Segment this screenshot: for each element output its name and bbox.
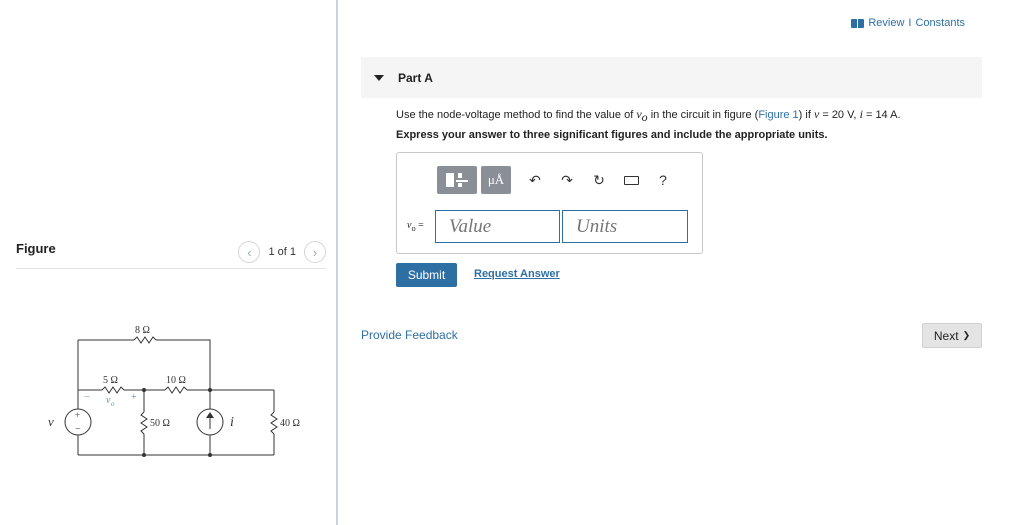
provide-feedback-link[interactable]: Provide Feedback xyxy=(361,328,458,342)
resistor-10 xyxy=(164,386,188,394)
figure-link[interactable]: Figure 1 xyxy=(758,109,798,121)
units-input[interactable] xyxy=(562,210,688,243)
label-vsrc: v xyxy=(48,414,54,429)
label-isrc: i xyxy=(230,415,234,430)
label-r50: 50 Ω xyxy=(150,418,170,429)
label-r10: 10 Ω xyxy=(166,375,186,386)
link-separator: I xyxy=(908,17,912,29)
templates-icon xyxy=(446,173,468,187)
value-input[interactable] xyxy=(435,210,560,243)
chevron-left-icon: ‹ xyxy=(247,244,252,260)
reset-icon: ↻ xyxy=(593,171,605,188)
label-vo-sub: o xyxy=(111,400,115,408)
redo-icon: ↷ xyxy=(561,171,573,188)
pager-text: 1 of 1 xyxy=(268,246,296,258)
part-a-header[interactable]: Part A xyxy=(361,57,982,98)
undo-button[interactable]: ↶ xyxy=(519,165,551,195)
next-button[interactable]: Next ❯ xyxy=(922,323,982,348)
answer-box: μÅ ↶ ↷ ↻ ? vo = xyxy=(396,152,703,254)
redo-button[interactable]: ↷ xyxy=(551,165,583,195)
figure-pager: ‹ 1 of 1 › xyxy=(238,241,326,263)
resistor-40 xyxy=(270,411,278,435)
question-panel: Review I Constants Part A Use the node-v… xyxy=(340,0,1024,525)
label-r8: 8 Ω xyxy=(135,325,150,336)
keyboard-icon xyxy=(623,175,639,185)
review-link[interactable]: Review xyxy=(868,17,904,29)
review-constants-links: Review I Constants xyxy=(851,17,965,29)
question-text: Use the node-voltage method to find the … xyxy=(396,107,901,125)
question-part: in the circuit in figure ( xyxy=(647,109,759,121)
book-icon xyxy=(851,18,865,28)
chevron-right-icon: › xyxy=(312,244,318,260)
instructions: Express your answer to three significant… xyxy=(396,129,828,141)
help-button[interactable]: ? xyxy=(647,165,679,195)
request-answer-link[interactable]: Request Answer xyxy=(474,268,560,280)
resistor-5 xyxy=(101,386,125,394)
answer-toolbar: μÅ ↶ ↷ ↻ ? xyxy=(437,165,679,195)
resistor-8 xyxy=(133,336,157,344)
prev-figure-button[interactable]: ‹ xyxy=(238,241,261,263)
next-figure-button[interactable]: › xyxy=(304,241,326,263)
figure-title: Figure xyxy=(16,241,56,256)
answer-variable-label: vo = xyxy=(407,220,424,233)
label-vo-plus: + xyxy=(131,392,137,403)
part-title: Part A xyxy=(398,70,433,85)
label-r5: 5 Ω xyxy=(103,375,118,386)
undo-icon: ↶ xyxy=(529,171,541,188)
cond-i-value: = 14 A. xyxy=(862,109,901,121)
question-part: ) if xyxy=(798,109,814,121)
units-button[interactable]: μÅ xyxy=(481,166,511,194)
figure-panel: Figure ‹ 1 of 1 › 8 Ω 5 Ω 10 Ω 50 Ω 40 Ω… xyxy=(0,0,338,525)
reset-button[interactable]: ↻ xyxy=(583,165,615,195)
circuit-diagram: 8 Ω 5 Ω 10 Ω 50 Ω 40 Ω v i + − − + v o xyxy=(48,325,300,457)
label-vsrc-plus: + xyxy=(75,410,80,420)
label-vo-minus: − xyxy=(84,392,90,403)
submit-button[interactable]: Submit xyxy=(396,263,457,287)
label-r40: 40 Ω xyxy=(280,418,300,429)
label-vsrc-minus: − xyxy=(75,424,81,435)
cond-v-value: = 20 V, xyxy=(819,109,860,121)
templates-button[interactable] xyxy=(437,166,477,194)
answer-var-eq: = xyxy=(415,220,424,231)
next-label: Next xyxy=(933,328,959,343)
chevron-right-icon: ❯ xyxy=(962,330,971,340)
constants-link[interactable]: Constants xyxy=(915,17,965,29)
question-part: Use the node-voltage method to find the … xyxy=(396,109,637,121)
caret-down-icon[interactable] xyxy=(374,74,384,81)
figure-header: Figure ‹ 1 of 1 › xyxy=(16,237,326,269)
keyboard-button[interactable] xyxy=(615,165,647,195)
resistor-50 xyxy=(140,411,148,435)
